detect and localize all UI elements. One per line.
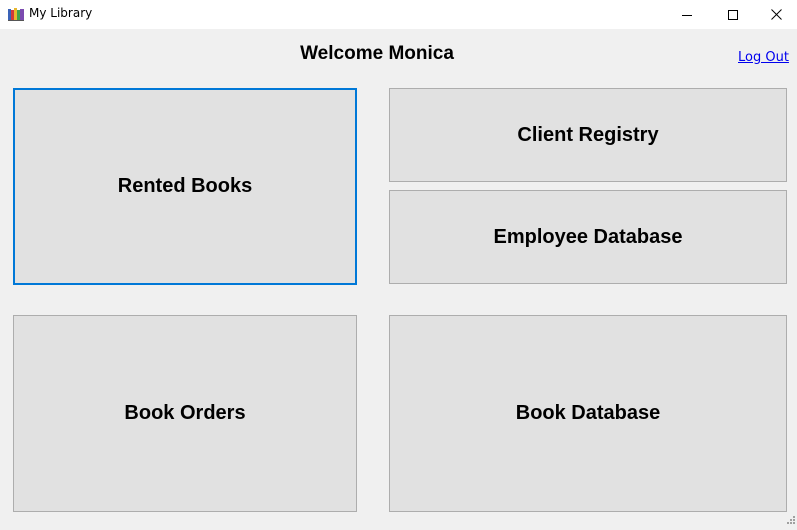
close-button[interactable] xyxy=(753,0,797,29)
employee-database-button[interactable]: Employee Database xyxy=(389,190,787,284)
maximize-icon xyxy=(728,9,738,20)
close-icon xyxy=(770,9,782,20)
library-books-icon xyxy=(8,8,24,21)
client-registry-button[interactable]: Client Registry xyxy=(389,88,787,182)
welcome-label: Welcome Monica xyxy=(300,43,454,64)
book-orders-button[interactable]: Book Orders xyxy=(13,315,357,512)
book-database-button[interactable]: Book Database xyxy=(389,315,787,512)
maximize-button[interactable] xyxy=(710,0,756,29)
resize-grip-icon[interactable] xyxy=(786,512,796,524)
minimize-icon xyxy=(682,10,692,20)
logout-link[interactable]: Log Out xyxy=(738,50,789,65)
title-bar[interactable]: My Library xyxy=(0,0,797,29)
window-title: My Library xyxy=(29,6,93,20)
minimize-button[interactable] xyxy=(664,0,710,29)
rented-books-button[interactable]: Rented Books xyxy=(13,88,357,285)
